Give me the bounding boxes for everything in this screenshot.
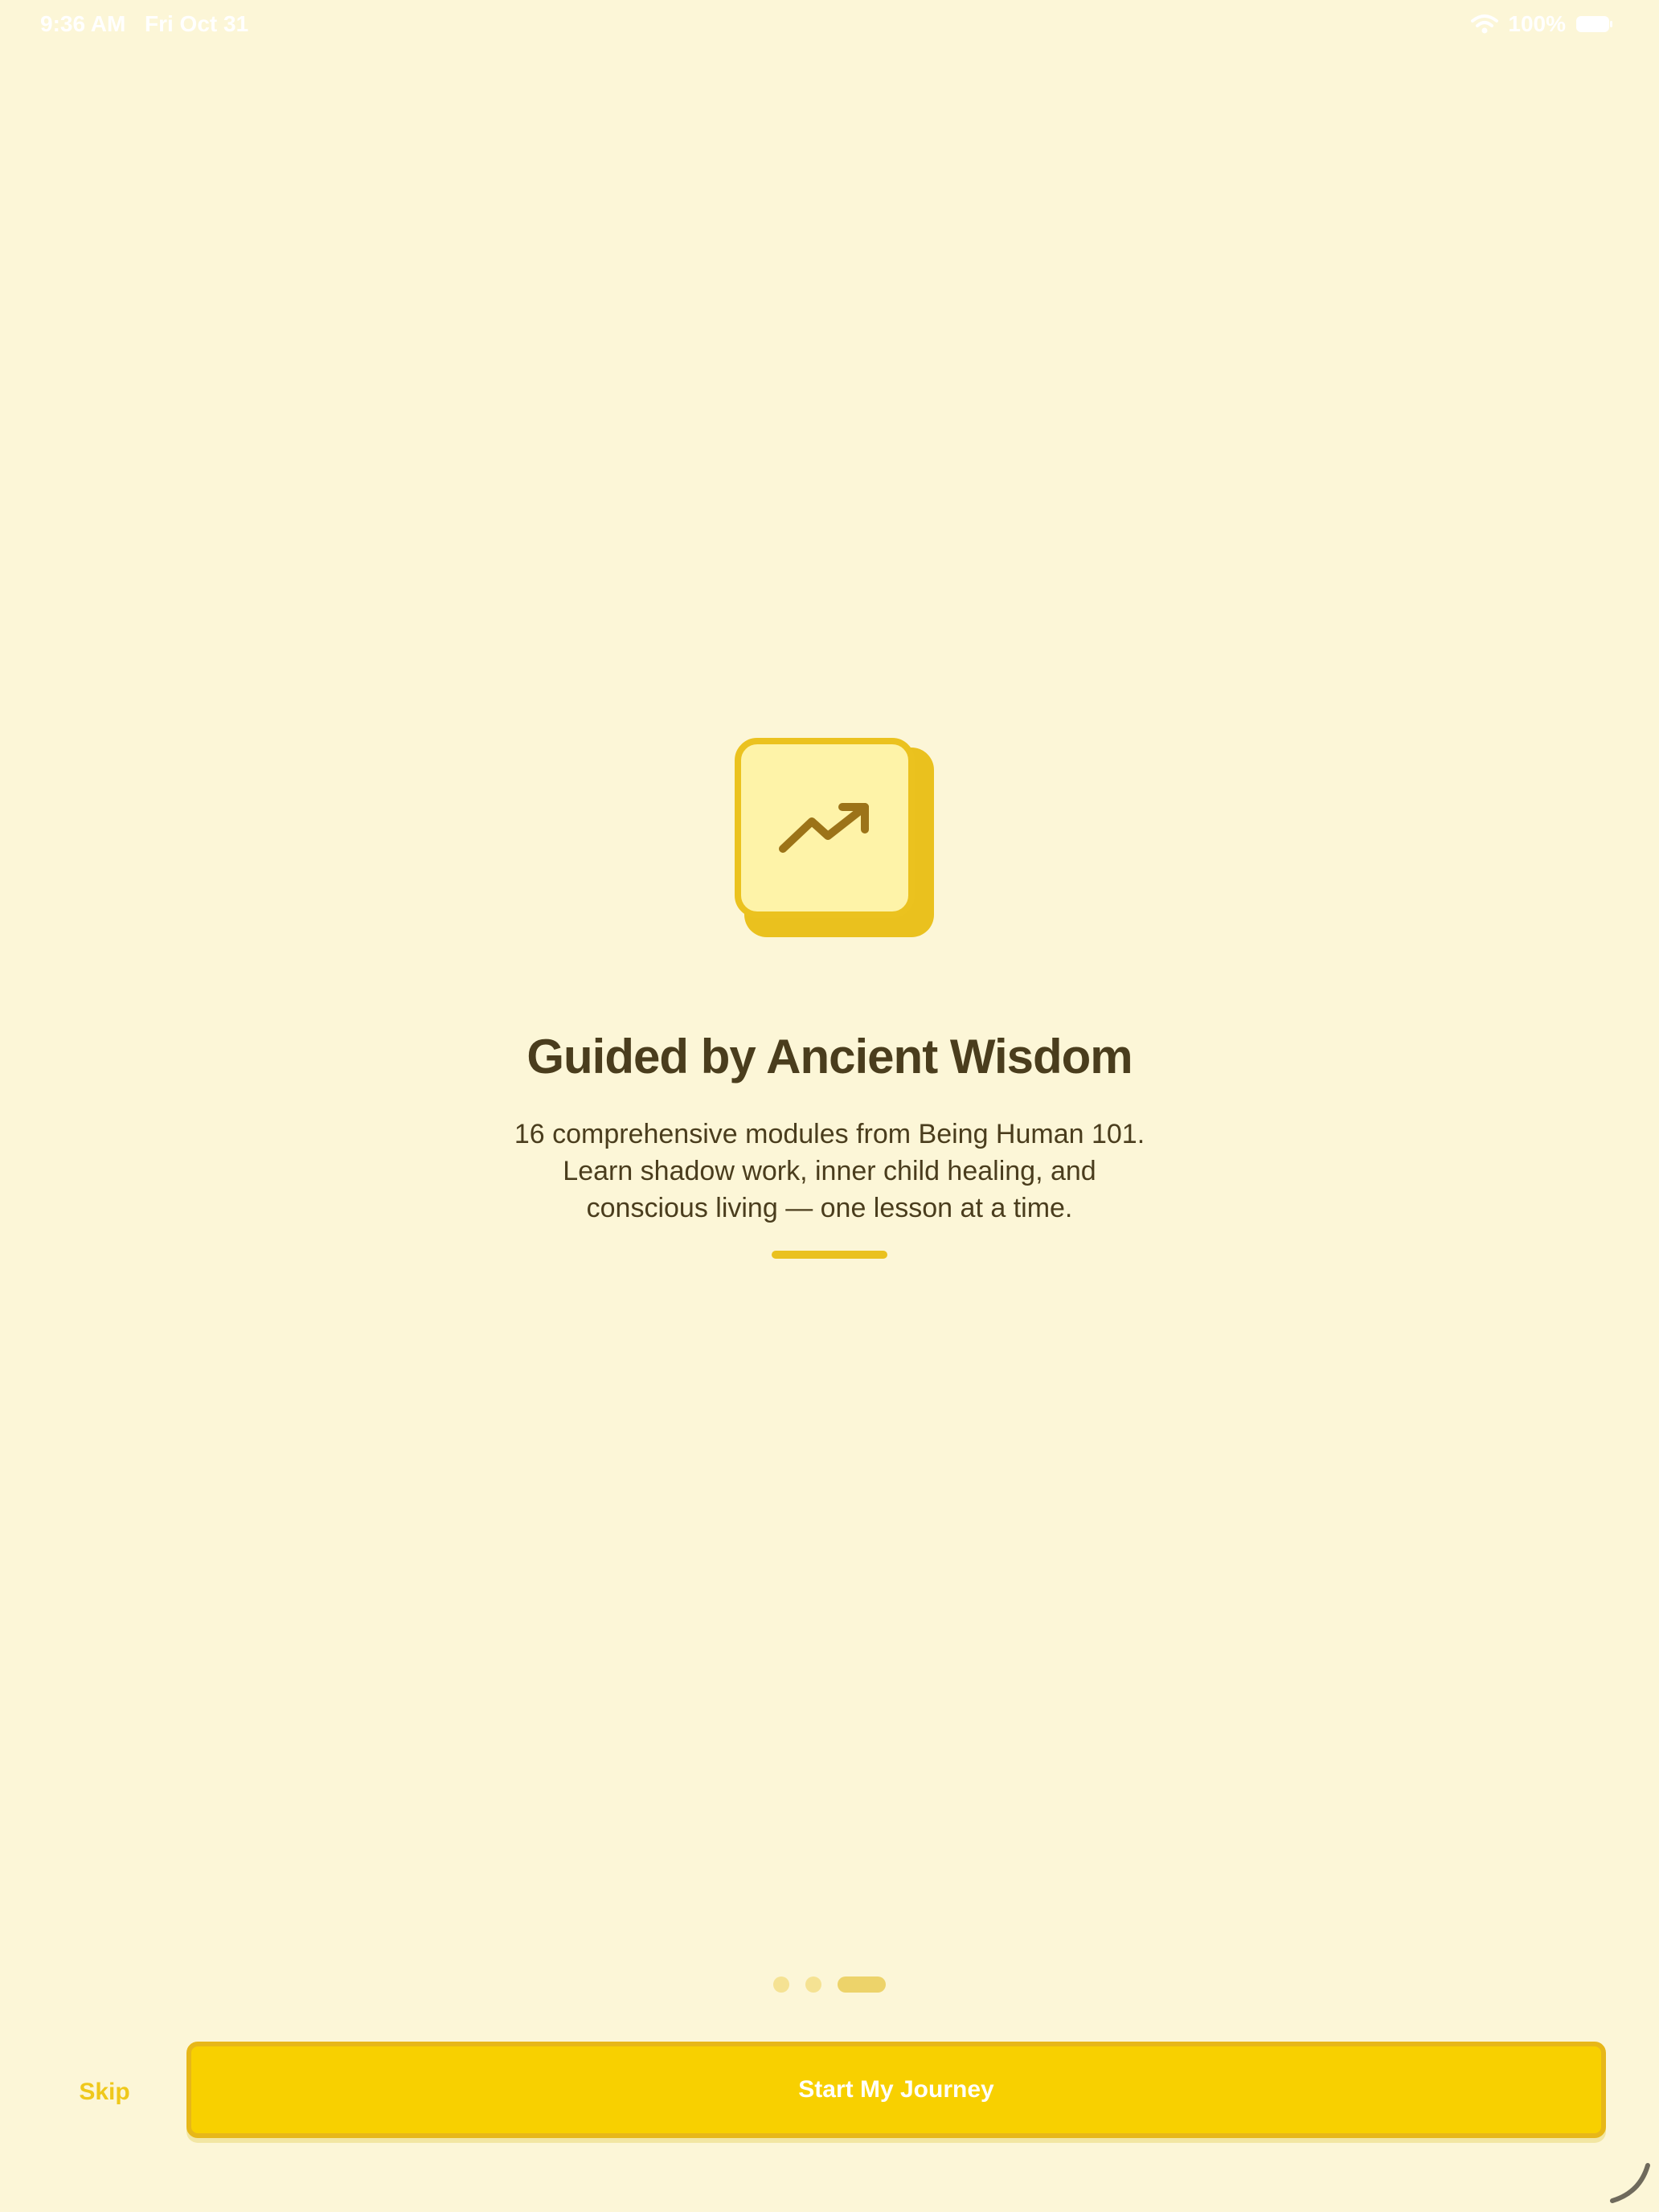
resize-handle-icon[interactable] xyxy=(1608,2161,1653,2206)
hero-icon-card xyxy=(735,738,915,918)
page-title: Guided by Ancient Wisdom xyxy=(526,1030,1133,1084)
battery-icon xyxy=(1575,14,1614,34)
page-dot-2[interactable] xyxy=(805,1976,821,1993)
hero-icon-tile xyxy=(735,738,934,937)
status-date: Fri Oct 31 xyxy=(145,11,249,36)
wifi-icon xyxy=(1471,14,1499,35)
trending-up-icon xyxy=(779,803,869,853)
page-description: 16 comprehensive modules from Being Huma… xyxy=(514,1119,1145,1223)
skip-button[interactable]: Skip xyxy=(56,2064,153,2120)
page-indicator xyxy=(0,1975,1659,1994)
accent-divider xyxy=(772,1251,887,1259)
battery-percent: 100% xyxy=(1508,11,1566,36)
status-bar: 9:36 AM Fri Oct 31 100% xyxy=(0,0,1659,51)
page-dot-3-active[interactable] xyxy=(838,1976,886,1993)
start-journey-button[interactable]: Start My Journey xyxy=(186,2042,1606,2138)
page-dot-1[interactable] xyxy=(773,1976,789,1993)
status-indicators: 100% xyxy=(1471,11,1614,37)
status-time: 9:36 AM xyxy=(40,11,126,36)
